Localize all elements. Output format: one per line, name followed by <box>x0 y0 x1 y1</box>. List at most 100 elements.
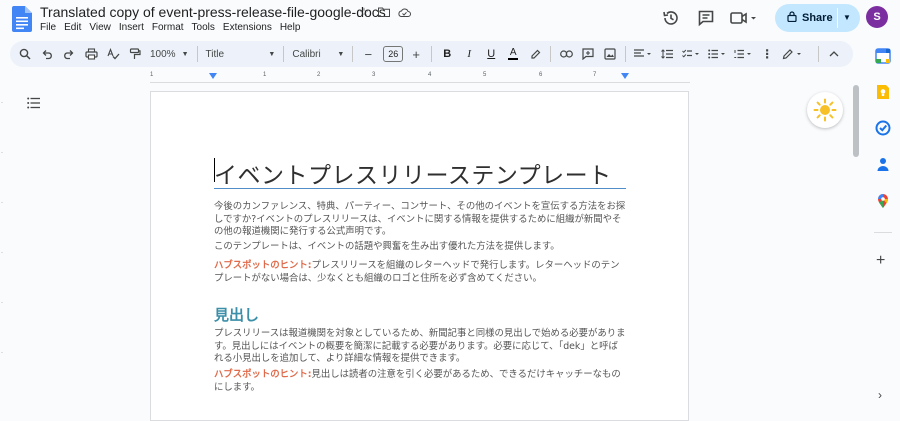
menu-file[interactable]: File <box>40 22 60 34</box>
menu-extensions[interactable]: Extensions <box>219 22 276 34</box>
get-addons-icon[interactable]: + <box>876 252 885 270</box>
vertical-scrollbar[interactable] <box>853 85 860 412</box>
ruler-label: 1 <box>150 72 154 78</box>
share-dropdown-icon[interactable]: ▼ <box>843 13 851 22</box>
share-button[interactable]: Share ▼ <box>775 4 860 32</box>
ruler-tick: · <box>1 150 3 156</box>
italic-icon[interactable]: I <box>462 44 476 64</box>
keep-icon[interactable] <box>875 84 891 100</box>
version-history-icon[interactable] <box>662 9 680 27</box>
decrease-font-size-icon[interactable]: − <box>361 44 375 64</box>
chevron-down-icon: ▼ <box>268 50 276 58</box>
line-spacing-icon[interactable] <box>660 44 674 64</box>
vertical-ruler[interactable]: · · · · · · <box>0 90 8 412</box>
menu-tools[interactable]: Tools <box>188 22 219 34</box>
menu-edit[interactable]: Edit <box>60 22 85 34</box>
spellcheck-icon[interactable] <box>106 44 120 64</box>
cloud-status-icon[interactable] <box>397 5 411 19</box>
ruler-label: 2 <box>317 72 321 78</box>
share-label: Share <box>802 12 833 24</box>
headline-paragraph[interactable]: プレスリリースは報道機関を対象としているため、新聞記事と同様の見出しで始める必要… <box>214 328 626 366</box>
document-heading-title[interactable]: イベントプレスリリーステンプレート <box>214 156 626 189</box>
contacts-icon[interactable] <box>875 156 891 172</box>
more-options-icon[interactable]: ⋮ <box>760 44 774 64</box>
star-icon[interactable]: ☆ <box>357 5 371 19</box>
increase-font-size-icon[interactable]: + <box>409 44 423 64</box>
meet-icon[interactable] <box>730 10 758 26</box>
underline-icon[interactable]: U <box>484 44 498 64</box>
left-indent-marker[interactable] <box>209 73 217 79</box>
font-value: Calibri <box>292 48 321 60</box>
insert-image-icon[interactable] <box>603 44 617 64</box>
quick-access-button[interactable] <box>807 92 843 128</box>
ruler-tick: · <box>1 100 3 106</box>
checklist-icon[interactable] <box>682 44 700 64</box>
tip-paragraph[interactable]: ハブスポットのヒント:見出しは読者の注意を引く必要があるため、できるだけキャッチ… <box>214 369 626 394</box>
search-menus-icon[interactable] <box>18 44 32 64</box>
menu-insert[interactable]: Insert <box>115 22 148 34</box>
menu-view[interactable]: View <box>85 22 115 34</box>
calendar-icon[interactable] <box>875 48 891 64</box>
numbered-list-icon[interactable] <box>734 44 752 64</box>
docs-logo-icon[interactable] <box>12 6 32 32</box>
toolbar-divider <box>550 46 552 62</box>
right-indent-marker[interactable] <box>621 73 629 79</box>
section-heading[interactable]: 見出し <box>214 304 259 325</box>
document-page[interactable]: イベントプレスリリーステンプレート 今後のカンファレンス、特典、パーティー、コン… <box>150 91 689 421</box>
ruler-label: 1 <box>263 72 267 78</box>
editing-mode-icon[interactable] <box>782 44 804 64</box>
ruler-tick: · <box>1 250 3 256</box>
zoom-select[interactable]: 100% ▼ <box>150 49 189 60</box>
show-side-panel-icon[interactable]: › <box>878 388 882 402</box>
paint-format-icon[interactable] <box>128 44 142 64</box>
toolbar-divider <box>196 46 198 62</box>
tip-paragraph[interactable]: ハブスポットのヒント:プレスリリースを組織のレターヘッドで発行します。レターヘッ… <box>214 260 626 285</box>
paragraph-style-select[interactable]: Title ▼ <box>206 49 276 60</box>
maps-icon[interactable] <box>875 193 891 209</box>
chevron-down-icon: ▼ <box>337 50 345 58</box>
horizontal-ruler[interactable]: 1 1 2 3 4 5 6 7 <box>150 72 690 84</box>
undo-icon[interactable] <box>40 44 54 64</box>
chevron-down-icon: ▼ <box>181 50 189 58</box>
bulleted-list-icon[interactable] <box>708 44 726 64</box>
ruler-tick: · <box>1 300 3 306</box>
ruler-label: 3 <box>372 72 376 78</box>
bold-icon[interactable]: B <box>440 44 454 64</box>
text-cursor <box>214 158 215 182</box>
align-icon[interactable] <box>634 44 652 64</box>
move-folder-icon[interactable] <box>377 5 391 19</box>
template-paragraph[interactable]: このテンプレートは、イベントの話題や興奮を生み出す優れた方法を提供します。 <box>214 241 626 254</box>
tip-label: ハブスポットのヒント: <box>214 260 312 271</box>
collapse-menus-icon[interactable] <box>827 44 841 64</box>
toolbar-divider <box>352 46 354 62</box>
lock-icon <box>787 11 797 25</box>
add-comment-icon[interactable] <box>581 44 595 64</box>
ruler-tick: · <box>1 350 3 356</box>
tip-label: ハブスポットのヒント: <box>214 369 312 380</box>
account-avatar[interactable]: S <box>866 6 888 28</box>
comments-icon[interactable] <box>697 9 715 27</box>
font-size-input[interactable]: 26 <box>383 46 404 62</box>
menu-help[interactable]: Help <box>276 22 305 34</box>
redo-icon[interactable] <box>62 44 76 64</box>
title-text: イベントプレスリリーステンプレート <box>214 163 612 189</box>
print-icon[interactable] <box>84 44 98 64</box>
menu-format[interactable]: Format <box>148 22 188 34</box>
style-value: Title <box>205 48 225 60</box>
ruler-label: 6 <box>539 72 543 78</box>
text-color-icon[interactable]: A <box>506 44 520 64</box>
highlight-color-icon[interactable] <box>528 44 542 64</box>
tasks-icon[interactable] <box>875 120 891 136</box>
document-title[interactable]: Translated copy of event-press-release-f… <box>40 4 386 20</box>
toolbar-divider <box>431 46 433 62</box>
document-outline-icon[interactable] <box>27 97 41 109</box>
intro-paragraph[interactable]: 今後のカンファレンス、特典、パーティー、コンサート、その他のイベントを宣伝する方… <box>214 201 626 239</box>
ruler-label: 7 <box>593 72 597 78</box>
main-toolbar: 100% ▼ Title ▼ Calibri ▼ − 26 + B I U A <box>10 41 853 67</box>
side-panel: + › <box>866 40 900 412</box>
insert-link-icon[interactable] <box>559 44 573 64</box>
scrollbar-thumb[interactable] <box>853 85 859 157</box>
font-select[interactable]: Calibri ▼ <box>292 49 344 60</box>
ruler-baseline <box>150 82 690 83</box>
toolbar-divider <box>283 46 285 62</box>
